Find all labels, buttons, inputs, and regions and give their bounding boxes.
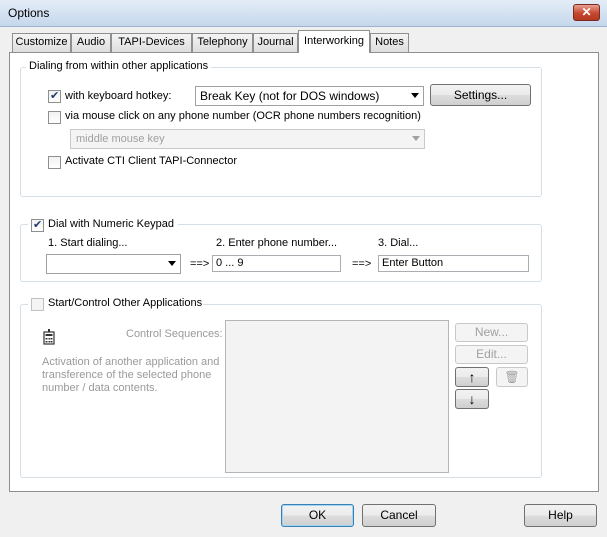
step1-label: 1. Start dialing... (48, 237, 128, 249)
step2-label: 2. Enter phone number... (216, 237, 338, 249)
move-down-icon[interactable]: ↓ (455, 389, 489, 409)
hotkey-label: with keyboard hotkey: (65, 90, 172, 102)
edit-button[interactable]: Edit... (455, 345, 528, 364)
calculator-icon (42, 329, 56, 345)
cti-label: Activate CTI Client TAPI-Connector (65, 155, 237, 167)
window-title: Options (8, 6, 50, 20)
dialing-group-label: Dialing from within other applications (26, 60, 212, 72)
chevron-down-icon (412, 136, 420, 141)
hotkey-select-value: Break Key (not for DOS windows) (200, 89, 380, 103)
tab-audio[interactable]: Audio (71, 33, 111, 52)
numeric-keypad-label: Dial with Numeric Keypad (48, 218, 174, 230)
ok-button[interactable]: OK (281, 504, 354, 527)
settings-button[interactable]: Settings... (430, 84, 531, 106)
close-icon[interactable]: ✕ (573, 4, 600, 21)
hotkey-select[interactable]: Break Key (not for DOS windows) (195, 86, 424, 106)
step3-label: 3. Dial... (378, 237, 419, 249)
mouse-key-value: middle mouse key (76, 133, 165, 145)
other-apps-checkbox[interactable] (31, 298, 44, 311)
other-apps-description: Activation of another application and tr… (42, 356, 220, 394)
mouse-click-checkbox[interactable] (48, 111, 61, 124)
trash-icon[interactable]: 🗑 (496, 367, 528, 387)
tab-telephony[interactable]: Telephony (192, 33, 253, 52)
dial-field[interactable]: Enter Button (378, 255, 529, 272)
mouse-click-label: via mouse click on any phone number (OCR… (65, 110, 421, 122)
start-dialing-select[interactable] (46, 254, 181, 274)
arrow-1: ==> (190, 258, 210, 270)
help-button[interactable]: Help (524, 504, 597, 527)
phone-number-field[interactable]: 0 ... 9 (212, 255, 341, 272)
tab-interworking[interactable]: Interworking (298, 30, 370, 53)
chevron-down-icon (411, 93, 419, 98)
other-apps-label: Start/Control Other Applications (48, 297, 203, 309)
cti-checkbox[interactable] (48, 156, 61, 169)
move-up-icon[interactable]: ↑ (455, 367, 489, 387)
tab-customize[interactable]: Customize (12, 33, 71, 52)
hotkey-checkbox[interactable] (48, 89, 61, 103)
new-button[interactable]: New... (455, 323, 528, 342)
tab-journal[interactable]: Journal (253, 33, 298, 52)
title-bar: Options ✕ (0, 0, 607, 27)
arrow-2: ==> (352, 258, 372, 270)
chevron-down-icon (168, 261, 176, 266)
control-sequences-list[interactable] (225, 320, 449, 473)
mouse-key-select[interactable]: middle mouse key (70, 129, 425, 149)
tab-notes[interactable]: Notes (370, 33, 409, 52)
cancel-button[interactable]: Cancel (362, 504, 436, 527)
tab-tapi-devices[interactable]: TAPI-Devices (111, 33, 192, 52)
numeric-keypad-checkbox[interactable] (31, 218, 44, 232)
control-sequences-label: Control Sequences: (126, 328, 223, 340)
